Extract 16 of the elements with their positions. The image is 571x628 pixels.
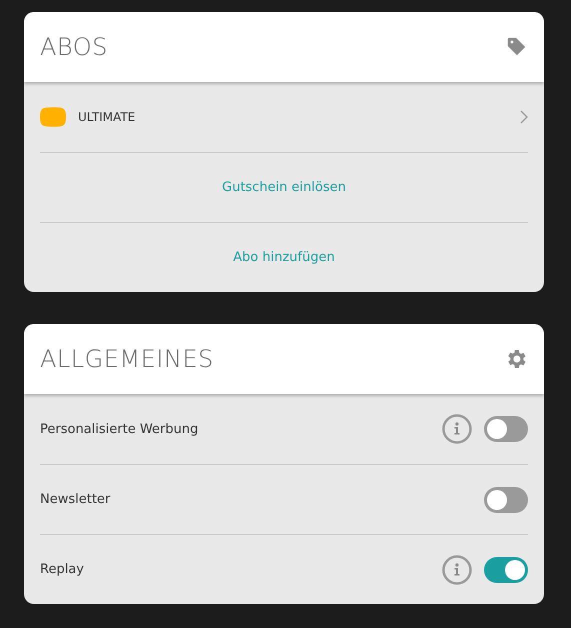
toggle-switch[interactable] [484, 486, 528, 512]
setting-label: Newsletter [40, 492, 112, 507]
tag-icon [506, 36, 528, 58]
card-title: ABOS [40, 33, 108, 61]
plan-name: ULTIMATE [78, 110, 136, 124]
toggle-switch[interactable] [484, 416, 528, 442]
setting-label: Personalisierte Werbung [40, 422, 200, 436]
info-icon[interactable] [442, 414, 472, 444]
plan-row[interactable]: ULTIMATE [40, 82, 528, 152]
setting-label: Replay [40, 562, 85, 577]
card-title: ALLGEMEINES [40, 345, 214, 373]
action-link[interactable]: Gutschein einlösen [222, 180, 346, 195]
toggle-switch[interactable] [484, 556, 528, 582]
action-link[interactable]: Abo hinzufügen [233, 250, 335, 265]
chevron-right-icon [520, 110, 528, 124]
info-icon[interactable] [442, 554, 472, 584]
